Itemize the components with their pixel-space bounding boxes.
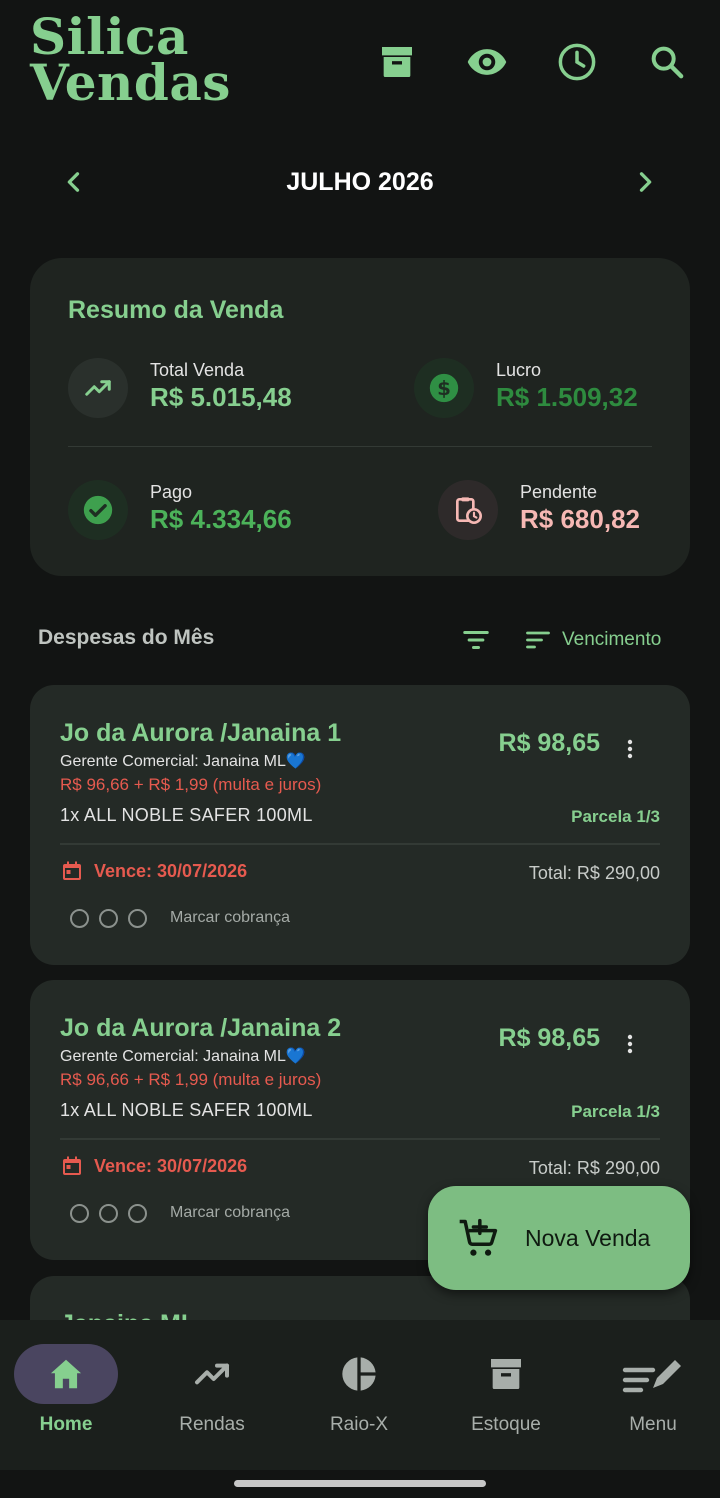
- card-due: Vence: 30/07/2026: [60, 859, 247, 883]
- home-icon: [14, 1344, 118, 1404]
- gesture-handle[interactable]: [234, 1480, 486, 1487]
- charge-dot[interactable]: [70, 1204, 89, 1223]
- filter-icon[interactable]: [458, 622, 494, 658]
- mark-charge-label[interactable]: Marcar cobrança: [170, 1204, 290, 1222]
- card-due: Vence: 30/07/2026: [60, 1154, 247, 1178]
- new-sale-fab[interactable]: Nova Venda: [428, 1186, 690, 1290]
- card-divider: [60, 843, 660, 845]
- nav-item-raio-x[interactable]: Raio-X: [287, 1344, 431, 1444]
- nav-label-raio-x: Raio-X: [329, 1414, 389, 1435]
- stat-lucro: $ Lucro R$ 1.509,32: [414, 358, 674, 418]
- pendente-label: Pendente: [520, 482, 598, 502]
- card-price: R$ 98,65: [498, 1024, 600, 1052]
- next-month-button[interactable]: [623, 160, 667, 204]
- charge-dot[interactable]: [99, 1204, 118, 1223]
- search-icon[interactable]: [645, 40, 689, 84]
- trending-up-icon: [160, 1344, 264, 1404]
- card-fine: R$ 96,66 + R$ 1,99 (multa e juros): [60, 775, 322, 794]
- summary-divider: [68, 446, 652, 447]
- total-venda-label: Total Venda: [150, 360, 245, 380]
- more-vert-icon[interactable]: [612, 1026, 648, 1062]
- card-title: Jo da Aurora /Janaina 2: [60, 1014, 342, 1042]
- nav-label-estoque: Estoque: [471, 1414, 541, 1435]
- card-manager: Gerente Comercial: Janaina ML💙: [60, 753, 306, 770]
- card-manager: Gerente Comercial: Janaina ML💙: [60, 1048, 306, 1065]
- nav-label-home: Home: [39, 1414, 93, 1435]
- calendar-icon: [63, 1156, 81, 1175]
- check-circle-icon: [68, 480, 128, 540]
- more-vert-icon[interactable]: [612, 731, 648, 767]
- archive-icon[interactable]: [375, 40, 419, 84]
- lucro-value: R$ 1.509,32: [496, 382, 638, 412]
- card-fine: R$ 96,66 + R$ 1,99 (multa e juros): [60, 1070, 322, 1089]
- sort-label: Vencimento: [562, 629, 662, 650]
- summary-title: Resumo da Venda: [68, 296, 284, 324]
- edit-note-icon: [601, 1344, 705, 1404]
- mark-charge-label[interactable]: Marcar cobrança: [170, 909, 290, 927]
- card-total: Total: R$ 290,00: [528, 863, 660, 883]
- charge-dot[interactable]: [70, 909, 89, 928]
- clock-icon[interactable]: [555, 40, 599, 84]
- logo-line-2: Vendas: [30, 53, 231, 112]
- expenses-section-header: Despesas do Mês Vencimento: [0, 618, 720, 658]
- pendente-value: R$ 680,82: [520, 504, 640, 534]
- nav-label-rendas: Rendas: [179, 1414, 245, 1435]
- lucro-label: Lucro: [496, 360, 542, 380]
- bottom-navigation: Home Rendas Raio-X Estoque Menu: [0, 1320, 720, 1470]
- app-logo: Silica Vendas: [30, 12, 231, 112]
- pago-label: Pago: [150, 482, 193, 502]
- pago-value: R$ 4.334,66: [150, 504, 292, 534]
- charge-dots[interactable]: [70, 909, 147, 928]
- card-price: R$ 98,65: [498, 729, 600, 757]
- sort-button[interactable]: Vencimento: [524, 622, 661, 658]
- section-title: Despesas do Mês: [38, 626, 215, 649]
- card-divider: [60, 1138, 660, 1140]
- nav-label-menu: Menu: [629, 1414, 677, 1435]
- eye-icon[interactable]: [465, 40, 509, 84]
- svg-text:$: $: [437, 377, 451, 400]
- charge-dot[interactable]: [128, 909, 147, 928]
- card-item: 1x ALL NOBLE SAFER 100ML: [60, 1100, 313, 1120]
- add-cart-icon: [459, 1218, 498, 1256]
- expense-card[interactable]: Jo da Aurora /Janaina 1 Gerente Comercia…: [30, 685, 690, 965]
- card-total: Total: R$ 290,00: [528, 1158, 660, 1178]
- app-header: Silica Vendas: [0, 0, 720, 140]
- card-installment: Parcela 1/3: [571, 1102, 660, 1121]
- month-navigator: JULHO 2026: [0, 160, 720, 204]
- stat-pendente: Pendente R$ 680,82: [438, 480, 678, 540]
- archive-icon: [454, 1344, 558, 1404]
- month-title: JULHO 2026: [286, 168, 434, 196]
- sales-summary-card: Resumo da Venda Total Venda R$ 5.015,48 …: [30, 258, 690, 576]
- sort-icon: [526, 631, 550, 649]
- charge-dot[interactable]: [99, 909, 118, 928]
- system-gesture-area: [0, 1470, 720, 1498]
- charge-dots[interactable]: [70, 1204, 147, 1223]
- pie-chart-icon: [307, 1344, 411, 1404]
- stat-total-venda: Total Venda R$ 5.015,48: [68, 358, 348, 418]
- nav-item-estoque[interactable]: Estoque: [434, 1344, 578, 1444]
- stat-pago: Pago R$ 4.334,66: [68, 480, 348, 540]
- nav-item-home[interactable]: Home: [0, 1344, 138, 1444]
- card-item: 1x ALL NOBLE SAFER 100ML: [60, 805, 313, 825]
- calendar-icon: [63, 861, 81, 880]
- card-title: Jo da Aurora /Janaina 1: [60, 719, 342, 747]
- card-due-text: Vence: 30/07/2026: [94, 1155, 248, 1176]
- trending-up-icon: [68, 358, 128, 418]
- card-installment: Parcela 1/3: [571, 807, 660, 826]
- nav-item-menu[interactable]: Menu: [581, 1344, 720, 1444]
- pending-clipboard-icon: [438, 480, 498, 540]
- card-due-text: Vence: 30/07/2026: [94, 860, 248, 881]
- dollar-icon: $: [414, 358, 474, 418]
- total-venda-value: R$ 5.015,48: [150, 382, 292, 412]
- nav-item-rendas[interactable]: Rendas: [140, 1344, 284, 1444]
- new-sale-label: Nova Venda: [525, 1225, 651, 1251]
- charge-dot[interactable]: [128, 1204, 147, 1223]
